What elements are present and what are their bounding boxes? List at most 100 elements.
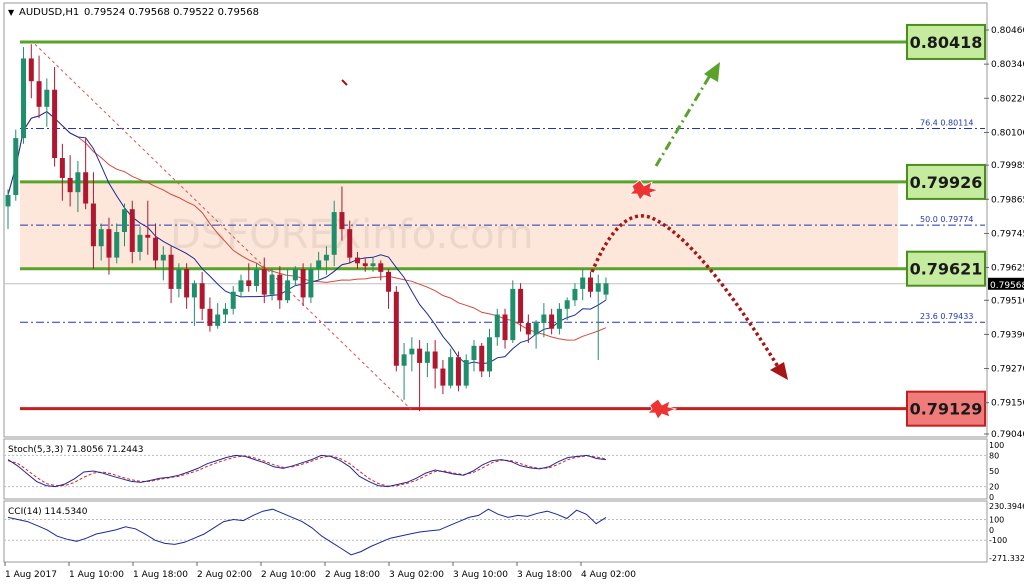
candle-body [378,263,384,272]
y-tick-label: 0.80100 [991,128,1024,138]
x-tick-label: 2 Aug 10:00 [261,570,316,580]
candle-body [587,277,593,292]
candle-body [494,314,500,338]
candle-body [21,58,27,139]
x-tick-label: 1 Aug 18:00 [133,570,188,580]
candle-body [52,89,58,159]
level-label-0.79129: 0.79129 [910,400,983,419]
stoch-tick-label: 20 [989,483,999,492]
y-tick-label: 0.79040 [991,430,1024,440]
x-tick-label: 3 Aug 18:00 [517,570,572,580]
candle-body [106,229,112,258]
chart-canvas: DSFOREXinfo.com 76.4 0.8011450.0 0.79774… [3,2,1024,580]
candle-body [440,368,446,386]
candle-body [277,274,283,301]
x-tick-label: 2 Aug 18:00 [325,570,380,580]
candle-body [153,237,159,261]
candle-body [90,203,96,247]
candle-body [510,288,516,341]
candle-body [5,195,11,207]
candle-body [215,314,221,326]
candle-body [323,254,329,261]
candle-body [176,268,182,289]
candle-body [424,351,430,363]
candle-body [160,254,166,261]
candle-body [246,280,252,287]
candle-body [347,229,353,258]
candle-body [114,232,120,258]
candle-body [471,345,477,361]
candle-body [595,283,601,292]
fib-label: 50.0 0.79774 [920,215,973,224]
candle-body [541,314,547,324]
y-tick-label: 0.80340 [991,60,1024,70]
y-tick-label: 0.80220 [991,94,1024,104]
candle-body [455,357,461,386]
stoch-tick-label: 80 [989,451,999,460]
y-tick-label: 0.79745 [991,229,1024,239]
candle-body [556,308,562,329]
candle-body [502,314,508,341]
x-tick-label: 3 Aug 10:00 [453,570,508,580]
y-tick-label: 0.79510 [991,296,1024,306]
stoch-tick-label: 50 [989,467,999,476]
y-tick-label: 0.79150 [991,399,1024,409]
candle-body [145,234,151,238]
candle-body [83,172,89,204]
candle-body [184,268,190,298]
candle-body [386,271,392,292]
y-tick-label: 0.79390 [991,330,1024,340]
candle-body [362,263,368,267]
header-dropdown-icon[interactable]: ▼ [8,8,15,17]
candle-body [222,308,228,315]
level-label-0.80418: 0.80418 [910,33,983,52]
candle-body [59,158,65,178]
candle-body [487,337,493,372]
x-tick-label: 4 Aug 02:00 [581,570,636,580]
candle-body [261,268,267,295]
candle-body [533,323,539,335]
candle-body [269,274,275,295]
candle-body [331,212,337,255]
candle-body [98,229,104,247]
candle-body [285,280,291,301]
candle-body [254,268,260,287]
cci-panel-frame [3,500,988,563]
candle-body [121,209,127,232]
cci-title: CCI(14) 114.5340 [8,507,88,517]
candle-body [417,348,423,363]
candle-body [75,172,81,193]
header-symbol: AUDUSD,H1 [19,7,79,18]
candle-body [13,138,19,196]
y-tick-label: 0.80460 [991,26,1024,36]
candle-body [207,308,213,326]
cci-tick-label: -100 [989,536,1007,545]
level-label-0.79621: 0.79621 [910,260,983,279]
fib-label: 23.6 0.79433 [920,312,973,321]
candle-body [370,263,376,267]
candle-body [393,291,399,366]
level-label-0.79926: 0.79926 [910,173,983,192]
candle-body [572,288,578,301]
x-tick-label: 3 Aug 02:00 [389,570,444,580]
header-ohlc: 0.79524 0.79568 0.79522 0.79568 [84,7,259,18]
x-tick-label: 2 Aug 02:00 [197,570,252,580]
candle-body [448,357,454,386]
stoch-tick-label: 0 [989,493,994,502]
candle-body [28,58,34,82]
candle-body [432,351,438,369]
candle-body [316,260,322,269]
candle-body [44,89,50,107]
cci-tick-label: 230.3946 [989,502,1024,511]
candle-body [603,283,609,295]
candle-body [230,291,236,309]
candle-body [525,323,531,335]
x-tick-label: 1 Aug 10:00 [69,570,124,580]
candle-body [354,257,360,264]
candle-body [137,234,143,252]
stoch-title: Stoch(5,3,3) 71.8056 71.2443 [8,445,143,455]
candle-body [191,283,197,298]
candle-body [129,209,135,252]
candle-body [339,212,345,230]
y-tick-label: 0.79865 [991,195,1024,205]
